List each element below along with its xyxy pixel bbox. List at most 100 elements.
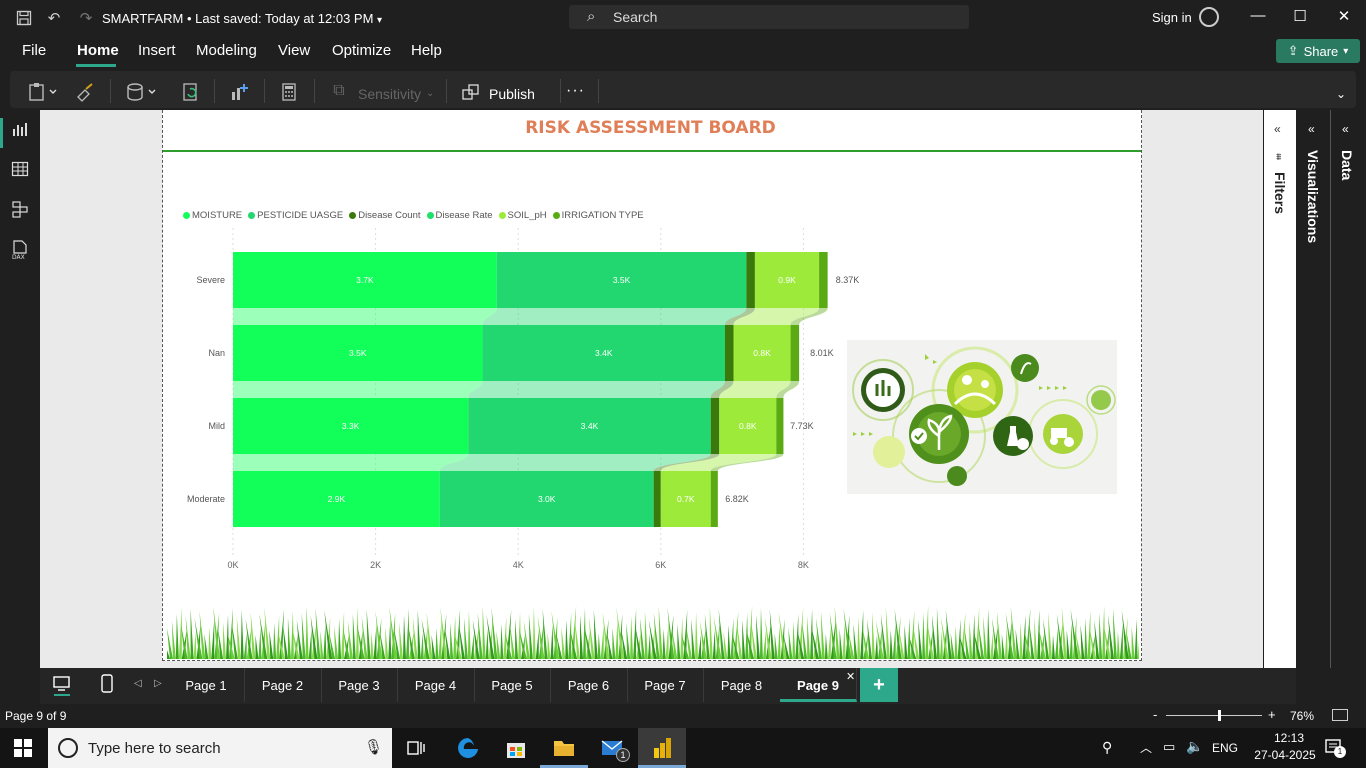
zoom-slider[interactable] [1166, 715, 1262, 716]
ribbon-chart[interactable]: 0K 2K 4K 6K 8K Severe 3.7K 3.5K 0.9K 8.37K Nan 3.5K… [163, 228, 863, 578]
minimize-button[interactable]: — [1246, 7, 1270, 29]
page-tab[interactable]: Page 1 [168, 668, 245, 702]
show-hidden-icons-icon[interactable]: ︿ [1140, 739, 1152, 756]
data-label: 2.9K [328, 494, 346, 504]
bar-segment[interactable] [746, 252, 755, 308]
search-input[interactable]: ⌕ Search [569, 5, 969, 29]
zoom-in-button[interactable]: + [1268, 707, 1276, 722]
page-tab[interactable]: Page 6 [551, 668, 628, 702]
page-tab[interactable]: Page 2 [245, 668, 322, 702]
grass-blade [939, 631, 943, 659]
format-painter-icon[interactable] [74, 82, 96, 104]
task-view-icon[interactable] [406, 738, 426, 758]
legend-item[interactable]: MOISTURE [183, 209, 242, 221]
people-icon[interactable]: ⚲ [1102, 739, 1112, 756]
page-tab[interactable]: Page 4 [398, 668, 475, 702]
ribbon-divider [446, 79, 447, 103]
legend-item[interactable]: PESTICIDE UASGE [248, 209, 343, 221]
bar-segment[interactable] [724, 325, 734, 381]
report-page: RISK ASSESSMENT BOARD MOISTURE PESTICIDE … [162, 110, 1142, 661]
prev-page-icon[interactable]: ◁ [134, 678, 142, 689]
close-button[interactable]: ✕ [1332, 7, 1356, 29]
menu-file[interactable]: File [22, 42, 46, 59]
data-pane[interactable]: « Data [1332, 110, 1366, 668]
grass-blade [680, 617, 684, 659]
undo-icon[interactable]: ↶ [44, 8, 64, 28]
page-tab[interactable]: Page 5 [474, 668, 551, 702]
close-page-icon[interactable]: ✕ [846, 670, 855, 683]
menu-insert[interactable]: Insert [138, 42, 176, 59]
edge-browser-icon[interactable] [456, 736, 480, 760]
language-indicator[interactable]: ENG [1212, 741, 1238, 755]
windows-start-icon[interactable] [14, 739, 32, 762]
redo-icon[interactable]: ↷ [76, 8, 96, 28]
microphone-icon[interactable]: 🎙 [364, 738, 383, 756]
share-button[interactable]: ⇪ Share ▾ [1276, 39, 1360, 63]
dax-query-icon[interactable]: DAX [10, 240, 30, 261]
grass-blade [547, 632, 551, 659]
add-page-button[interactable]: + [860, 668, 898, 702]
save-icon[interactable] [14, 8, 34, 28]
report-view-icon[interactable] [10, 120, 30, 140]
mobile-layout-icon[interactable] [100, 674, 114, 696]
page-tab[interactable]: Page 8 [704, 668, 781, 702]
menu-help[interactable]: Help [411, 42, 442, 59]
legend-label: SOIL_pH [507, 209, 547, 221]
ribbon-collapse-icon[interactable]: ⌄ [1336, 87, 1346, 101]
data-source-icon[interactable] [124, 82, 160, 104]
bar-segment[interactable] [653, 471, 661, 527]
volume-icon[interactable]: 🔈 [1186, 738, 1203, 755]
store-icon[interactable] [504, 736, 528, 760]
data-label: 0.8K [739, 421, 757, 431]
expand-data-icon[interactable]: « [1342, 122, 1349, 136]
clock-date[interactable]: 27-04-2025 [1250, 748, 1320, 762]
app-title[interactable]: SMARTFARM • Last saved: Today at 12:03 P… [102, 11, 382, 26]
legend-item[interactable]: IRRIGATION TYPE [552, 209, 644, 221]
bar-segment[interactable] [819, 252, 828, 308]
expand-filters-icon[interactable]: « [1274, 122, 1281, 136]
sensitivity-button[interactable]: Sensitivity [358, 86, 421, 102]
model-view-icon[interactable] [10, 200, 30, 220]
publish-button[interactable]: Publish [489, 86, 535, 102]
page-tab[interactable]: Page 7 [627, 668, 704, 702]
bar-segment[interactable] [776, 398, 784, 454]
zoom-slider-thumb[interactable] [1217, 710, 1221, 721]
paste-icon[interactable] [26, 82, 60, 104]
grass-blade [500, 624, 504, 659]
battery-icon[interactable]: ▭ [1163, 739, 1175, 755]
bar-segment[interactable] [710, 471, 718, 527]
calculator-icon[interactable] [278, 82, 300, 104]
visualizations-pane[interactable]: « Visualizations [1298, 110, 1330, 668]
grass-blade [450, 623, 454, 659]
grass-blade [1029, 624, 1035, 659]
menu-view[interactable]: View [278, 42, 310, 59]
menu-home[interactable]: Home [77, 42, 119, 59]
fit-to-page-icon[interactable] [1332, 709, 1348, 721]
sign-in-link[interactable]: Sign in [1152, 10, 1192, 25]
zoom-out-button[interactable]: - [1153, 707, 1157, 722]
menu-optimize[interactable]: Optimize [332, 42, 391, 59]
page-tab[interactable]: Page 3 [321, 668, 398, 702]
legend-item[interactable]: Disease Count [349, 209, 421, 221]
filters-pane[interactable]: « ⩩ Filters [1264, 110, 1296, 668]
clock-time[interactable]: 12:13 [1260, 731, 1318, 745]
powerbi-taskbar-button[interactable] [638, 728, 686, 768]
desktop-layout-icon[interactable] [52, 674, 72, 696]
new-visual-icon[interactable] [228, 82, 250, 104]
refresh-icon[interactable] [180, 82, 202, 104]
bar-segment[interactable] [710, 398, 720, 454]
notification-center-icon[interactable]: 1 [1324, 738, 1346, 758]
expand-visualizations-icon[interactable]: « [1308, 122, 1315, 136]
maximize-button[interactable]: ☐ [1288, 7, 1312, 29]
legend-item[interactable]: Disease Rate [426, 209, 493, 221]
table-view-icon[interactable] [10, 160, 30, 180]
more-options-button[interactable]: ··· [566, 82, 585, 100]
bar-segment[interactable] [790, 325, 800, 381]
next-page-icon[interactable]: ▷ [154, 678, 162, 689]
file-explorer-icon[interactable] [552, 736, 576, 760]
taskbar-search-input[interactable]: Type here to search 🎙 [48, 728, 392, 768]
legend-item[interactable]: SOIL_pH [498, 209, 547, 221]
mail-icon[interactable]: 1 [600, 736, 630, 762]
avatar-icon[interactable] [1199, 7, 1219, 27]
menu-modeling[interactable]: Modeling [196, 42, 257, 59]
